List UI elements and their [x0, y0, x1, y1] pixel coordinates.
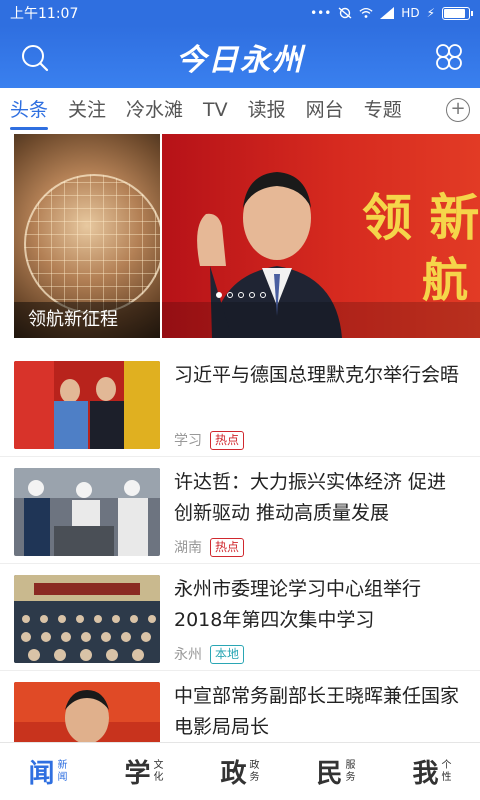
news-list: 习近平与德国总理默克尔举行会晤 学习 热点 许达哲：大力振兴实体经济 促进创新驱…	[0, 350, 480, 778]
banner-caption: 领航新征程	[14, 302, 160, 338]
nav-people[interactable]: 民 服务	[288, 743, 384, 800]
news-thumbnail	[14, 575, 160, 663]
nav-sub-1: 文	[153, 759, 164, 771]
nav-me-sub: 个性	[442, 760, 452, 784]
status-icons: ••• HD ⚡	[310, 6, 473, 20]
carousel-dot[interactable]	[260, 292, 266, 298]
network-type: HD	[401, 6, 420, 20]
add-channel-button[interactable]: +	[446, 98, 470, 122]
nav-news[interactable]: 闻 新闻	[0, 743, 96, 800]
banner-carousel[interactable]: 领航新征程 领 新 航	[0, 134, 480, 338]
nav-sub-2: 性	[441, 771, 452, 783]
hot-badge: 热点	[210, 537, 245, 557]
nav-sub-1: 政	[249, 759, 260, 771]
local-badge: 本地	[210, 644, 245, 664]
tab-zhuanti[interactable]: 专题	[364, 88, 402, 132]
nav-news-glyph: 闻	[28, 759, 55, 789]
banner-shade	[162, 302, 480, 338]
tab-dubao[interactable]: 读报	[248, 88, 286, 132]
nav-government-glyph: 政	[220, 759, 247, 789]
alarm-off-icon	[338, 7, 352, 19]
nav-government[interactable]: 政 政务	[192, 743, 288, 800]
search-icon[interactable]	[20, 43, 50, 73]
nav-me[interactable]: 我 个性	[384, 743, 480, 800]
nav-sub-1: 服	[345, 759, 356, 771]
nav-people-glyph: 民	[316, 759, 343, 789]
news-source: 湖南	[174, 540, 202, 556]
channel-tabs: 头条 关注 冷水滩 TV 读报 网台 专题 +	[0, 88, 480, 132]
battery-level	[444, 8, 465, 18]
nav-study-glyph: 学	[124, 759, 151, 789]
wifi-icon	[359, 7, 373, 18]
news-thumbnail	[14, 468, 160, 556]
carousel-dot[interactable]	[227, 292, 233, 298]
nav-study[interactable]: 学 文化	[96, 743, 192, 800]
carousel-dot[interactable]	[249, 292, 255, 298]
battery-icon	[442, 6, 473, 20]
nav-me-glyph: 我	[412, 759, 439, 789]
news-title: 中宣部常务副部长王晓晖兼任国家电影局局长	[174, 685, 460, 738]
news-item-2[interactable]: 许达哲：大力振兴实体经济 促进创新驱动 推动高质量发展 湖南 热点	[0, 457, 480, 564]
signal-icon	[380, 7, 395, 19]
globe-image	[24, 174, 160, 314]
nav-study-sub: 文化	[154, 760, 164, 784]
news-title: 习近平与德国总理默克尔举行会晤	[174, 364, 460, 386]
app-logo: 今日永州	[176, 43, 304, 78]
nav-people-sub: 服务	[346, 760, 356, 784]
banner-slide-previous[interactable]: 领航新征程	[14, 134, 160, 338]
news-meta: 学习 热点	[174, 430, 245, 450]
news-title: 永州市委理论学习中心组举行2018年第四次集中学习	[174, 578, 422, 631]
nav-sub-2: 务	[345, 771, 356, 783]
nav-sub-1: 个	[441, 759, 452, 771]
nav-news-sub: 新闻	[58, 760, 68, 784]
nav-sub-2: 化	[153, 771, 164, 783]
news-thumbnail	[14, 361, 160, 449]
tab-toutiao[interactable]: 头条	[10, 88, 49, 132]
news-meta: 永州 本地	[174, 644, 245, 664]
more-dots-icon: •••	[310, 6, 332, 20]
nav-sub-1: 新	[57, 759, 68, 771]
banner-slogan-line-1: 领 新	[362, 188, 480, 247]
tab-tv[interactable]: TV	[203, 88, 228, 132]
nav-sub-2: 闻	[57, 771, 68, 783]
banner-slide-current[interactable]: 领 新 航	[162, 134, 480, 338]
carousel-indicator	[216, 292, 266, 298]
status-time: 上午11:07	[10, 6, 79, 22]
news-meta: 湖南 热点	[174, 537, 245, 557]
carousel-dot[interactable]	[238, 292, 244, 298]
news-item-1[interactable]: 习近平与德国总理默克尔举行会晤 学习 热点	[0, 350, 480, 457]
news-source: 学习	[174, 433, 202, 449]
app-header: 今日永州	[0, 26, 480, 88]
news-source: 永州	[174, 647, 202, 663]
status-bar: 上午11:07 ••• HD ⚡	[0, 0, 480, 26]
carousel-dot[interactable]	[216, 292, 222, 298]
tab-wangtai[interactable]: 网台	[306, 88, 344, 132]
nav-sub-2: 务	[249, 771, 260, 783]
tab-guanzhu[interactable]: 关注	[68, 88, 106, 132]
news-item-3[interactable]: 永州市委理论学习中心组举行2018年第四次集中学习 永州 本地	[0, 564, 480, 671]
nav-government-sub: 政务	[250, 760, 260, 784]
grid-menu-icon[interactable]	[434, 42, 464, 72]
news-title: 许达哲：大力振兴实体经济 促进创新驱动 推动高质量发展	[174, 471, 447, 524]
charging-icon: ⚡	[426, 6, 435, 20]
bottom-nav: 闻 新闻 学 文化 政 政务 民 服务 我 个性	[0, 742, 480, 800]
banner-slogan-line-2: 航	[422, 253, 468, 307]
tab-lengshuitan[interactable]: 冷水滩	[126, 88, 183, 132]
hot-badge: 热点	[210, 430, 245, 450]
